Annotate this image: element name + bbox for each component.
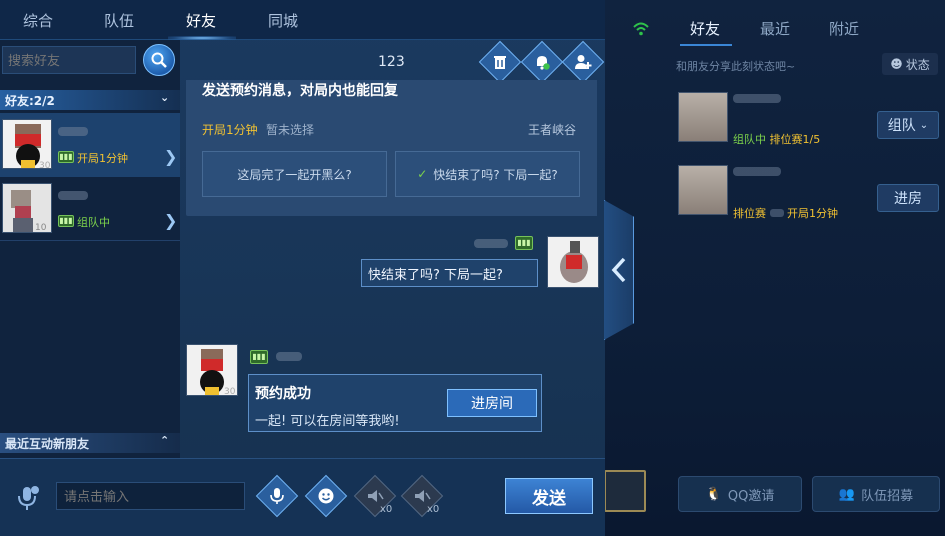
right-friend-avatar[interactable] — [678, 92, 728, 142]
trash-icon — [492, 54, 508, 70]
right-friend-avatar[interactable] — [678, 165, 728, 215]
svg-text:30: 30 — [224, 387, 236, 396]
self-name — [474, 239, 508, 248]
enter-room-right-button[interactable]: 进房 — [877, 184, 939, 212]
self-avatar[interactable] — [547, 236, 599, 288]
microphone-icon — [263, 482, 291, 510]
right-friend-status: 排位赛 开局1分钟 — [733, 207, 838, 220]
right-tab-recent[interactable]: 最近 — [760, 18, 790, 39]
right-friend-name — [733, 167, 781, 176]
recent-friends-label: 最近互动新朋友 — [5, 437, 90, 451]
chevron-down-icon: ⌄ — [919, 119, 929, 131]
friend-status: 开局1分钟 — [77, 152, 128, 165]
chevron-right-icon: ❯ — [164, 211, 178, 230]
invite-card-title: 发送预约消息，对局内也能回复 — [202, 83, 398, 99]
tab-friends[interactable]: 好友 — [186, 10, 216, 31]
qq-invite-label: QQ邀请 — [727, 488, 775, 504]
rank-badge-icon: ▮▮▮ — [58, 215, 74, 227]
bell-icon — [533, 53, 551, 71]
voice-mode-icon — [18, 486, 39, 510]
recent-friends-header[interactable]: 最近互动新朋友 ⌃ — [0, 433, 180, 453]
checkmark-icon: ✓ — [417, 167, 428, 181]
invite-time-option[interactable]: 开局1分钟 — [202, 121, 258, 138]
right-tab-friends[interactable]: 好友 — [690, 18, 720, 39]
right-friend-status: 组队中 排位赛1/5 — [733, 133, 821, 146]
chat-title: 123 — [378, 54, 405, 70]
right-friends-panel — [605, 0, 945, 536]
top-tab-bar — [0, 0, 605, 40]
send-button[interactable]: 发送 — [505, 478, 593, 514]
invite-selection-status: 暂未选择 — [266, 123, 315, 137]
gold-frame-item[interactable] — [604, 470, 646, 512]
outgoing-message-text: 快结束了吗? 下局一起? — [368, 267, 503, 283]
emoji-plus-icon: ☻ — [890, 57, 903, 71]
search-icon — [151, 52, 167, 68]
collapse-panel-button[interactable] — [604, 200, 634, 340]
tab-local[interactable]: 同城 — [268, 10, 298, 31]
quick-reply-label: 这局完了一起开黑么? — [237, 167, 352, 182]
outgoing-message-bubble: 快结束了吗? 下局一起? — [361, 259, 538, 287]
team-up-button[interactable]: 组队 ⌄ — [877, 111, 939, 139]
friend-status: 组队中 — [77, 216, 110, 229]
message-input[interactable] — [56, 482, 245, 510]
quick-reply-button-selected[interactable]: ✓ 快结束了吗? 下局一起? — [395, 151, 580, 197]
wifi-icon — [632, 20, 650, 42]
people-icon: 👥 — [838, 486, 856, 502]
chevron-down-icon: ⌄ — [160, 91, 170, 104]
quick-reply-label: 快结束了吗? 下局一起? — [433, 167, 558, 182]
status-button-label: 状态 — [905, 57, 930, 72]
enter-room-label: 进房间 — [471, 396, 513, 412]
chevron-left-icon — [611, 257, 625, 283]
incoming-invite-title: 预约成功 — [255, 386, 311, 402]
voice-settings-button[interactable] — [15, 484, 41, 516]
friend-name — [58, 191, 88, 200]
friend-avatar: 10 — [2, 183, 52, 233]
add-user-icon — [574, 53, 592, 71]
team-recruit-button[interactable]: 👥 队伍招募 — [812, 476, 940, 512]
friend-chat-name — [276, 352, 302, 361]
search-button[interactable] — [143, 44, 175, 76]
status-button[interactable]: ☻ 状态 — [882, 53, 938, 75]
tab-general[interactable]: 综合 — [23, 10, 53, 31]
right-friend-name — [733, 94, 781, 103]
divider — [0, 240, 180, 241]
penguin-icon: 🐧 — [705, 486, 722, 502]
team-recruit-label: 队伍招募 — [861, 488, 914, 504]
rank-badge-icon: ▮▮▮ — [58, 151, 74, 163]
right-tab-underline — [680, 44, 732, 46]
team-up-button-label: 组队 — [887, 118, 916, 134]
friend-chat-avatar[interactable]: 30 — [186, 344, 238, 396]
friend-row[interactable]: 30 ▮▮▮ 开局1分钟 ❯ — [0, 113, 180, 177]
rank-badge-icon: ▮▮▮ — [515, 236, 533, 250]
share-hint: 和朋友分享此刻状态吧~ — [676, 60, 796, 73]
friend-avatar: 30 — [2, 119, 52, 169]
smiley-icon — [312, 482, 340, 510]
quick-voice-count: x0 — [380, 504, 393, 515]
svg-text:10: 10 — [35, 223, 47, 233]
enter-room-button[interactable]: 进房间 — [447, 389, 537, 417]
friends-header-label: 好友:2/2 — [5, 94, 55, 108]
tab-team[interactable]: 队伍 — [104, 10, 134, 31]
friend-row[interactable]: 10 ▮▮▮ 组队中 ❯ — [0, 178, 180, 242]
quick-voice-count: x0 — [427, 504, 440, 515]
rank-badge-icon: ▮▮▮ — [250, 350, 268, 364]
send-button-label: 发送 — [532, 488, 566, 509]
right-tab-nearby[interactable]: 附近 — [829, 18, 859, 39]
quick-reply-button[interactable]: 这局完了一起开黑么? — [202, 151, 387, 197]
enter-room-right-label: 进房 — [894, 191, 922, 207]
chevron-up-icon: ⌃ — [160, 434, 170, 447]
svg-text:30: 30 — [39, 161, 51, 169]
chevron-right-icon: ❯ — [164, 147, 178, 166]
invite-map: 王者峡谷 — [528, 123, 577, 137]
friends-header[interactable]: 好友:2/2 ⌄ — [0, 90, 180, 110]
incoming-invite-body: 一起! 可以在房间等我哟! — [255, 414, 400, 429]
search-input[interactable] — [2, 46, 136, 74]
qq-invite-button[interactable]: 🐧 QQ邀请 — [678, 476, 802, 512]
friend-name — [58, 127, 88, 136]
